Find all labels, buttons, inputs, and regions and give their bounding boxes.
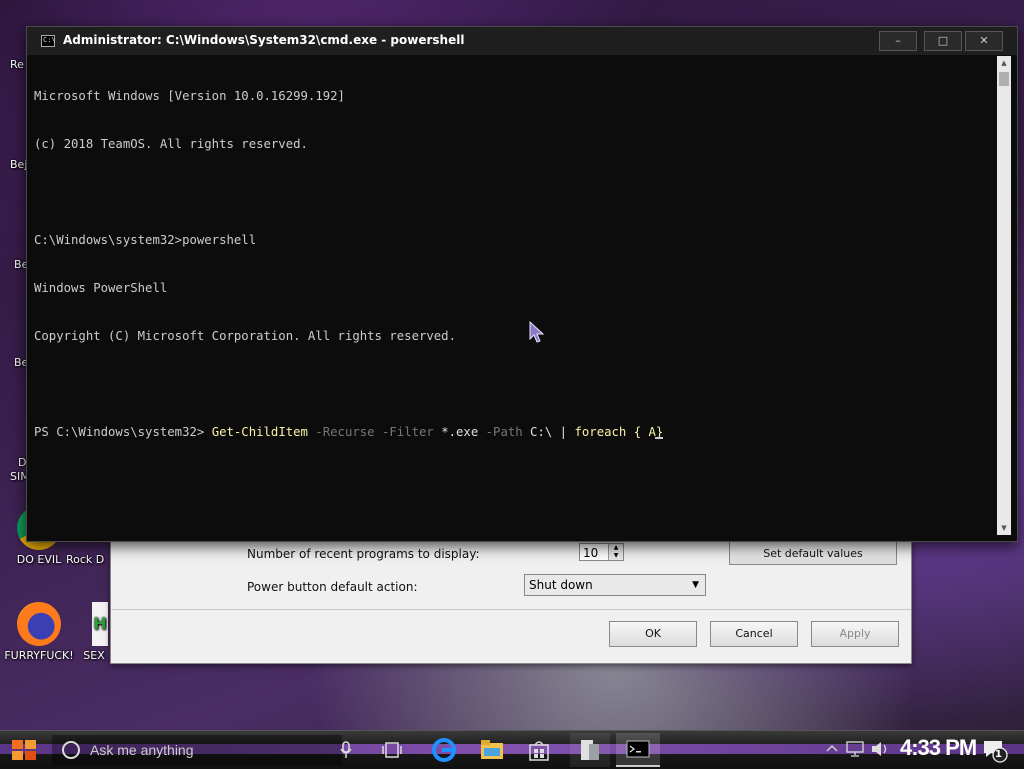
cancel-button[interactable]: Cancel bbox=[710, 621, 798, 647]
scroll-up-icon[interactable]: ▲ bbox=[997, 56, 1011, 70]
recent-programs-value: 10 bbox=[583, 546, 599, 560]
chevron-down-icon: ▼ bbox=[692, 580, 699, 590]
scroll-down-icon[interactable]: ▼ bbox=[997, 521, 1011, 535]
taskbar-clock[interactable]: 4:33 PM bbox=[900, 735, 977, 761]
console-line: Microsoft Windows [Version 10.0.16299.19… bbox=[34, 89, 345, 103]
close-button[interactable]: ✕ bbox=[965, 31, 1003, 51]
notification-count-badge: 1 bbox=[995, 749, 1002, 760]
task-view-icon[interactable] bbox=[382, 741, 402, 759]
console-line: (c) 2018 TeamOS. All rights reserved. bbox=[34, 137, 308, 151]
cmd-window: C:\ Administrator: C:\Windows\System32\c… bbox=[26, 26, 1018, 542]
console-line: C:\Windows\system32>powershell bbox=[34, 233, 257, 247]
parameter-token: -Recurse bbox=[307, 425, 375, 439]
parameter-token: -Path bbox=[478, 425, 523, 439]
microphone-icon[interactable] bbox=[340, 741, 352, 759]
desktop-icon-sex[interactable]: H SEX bbox=[74, 602, 114, 662]
document-icon: H bbox=[92, 602, 108, 646]
power-button-select[interactable]: Shut down ▼ bbox=[524, 574, 706, 596]
cmdlet-token: Get-ChildItem bbox=[211, 425, 308, 439]
scrollbar-thumb[interactable] bbox=[999, 72, 1009, 86]
vertical-scrollbar[interactable]: ▲ ▼ bbox=[997, 56, 1011, 535]
mouse-pointer-icon bbox=[529, 321, 545, 343]
cortana-icon bbox=[62, 741, 80, 759]
set-default-values-button[interactable]: Set default values bbox=[729, 541, 897, 565]
taskbar-cmd-app[interactable] bbox=[616, 733, 660, 767]
taskbar: Ask me anything 4:33 PM 1 bbox=[0, 730, 1024, 769]
edge-browser-icon[interactable] bbox=[432, 738, 456, 762]
console-line: Copyright (C) Microsoft Corporation. All… bbox=[34, 329, 456, 343]
start-button-icon[interactable] bbox=[10, 737, 38, 763]
desktop-icon-furryfuck[interactable]: FURRYFUCK! bbox=[4, 602, 74, 662]
cortana-search-box[interactable]: Ask me anything bbox=[52, 735, 342, 765]
cmd-app-icon[interactable]: C:\ bbox=[41, 35, 56, 47]
show-hidden-icons-icon[interactable] bbox=[826, 743, 838, 753]
keyword-token: foreach bbox=[574, 425, 627, 439]
value-token: *.exe bbox=[433, 425, 479, 439]
console-line: Windows PowerShell bbox=[34, 281, 168, 295]
firefox-icon bbox=[17, 602, 61, 646]
dialog-divider bbox=[111, 609, 911, 610]
store-icon[interactable] bbox=[528, 738, 550, 762]
recent-programs-label: Number of recent programs to display: bbox=[247, 547, 480, 561]
power-button-label: Power button default action: bbox=[247, 580, 418, 594]
ps-prompt: PS C:\Windows\system32> bbox=[34, 425, 212, 439]
window-titlebar[interactable]: C:\ Administrator: C:\Windows\System32\c… bbox=[27, 27, 1017, 55]
text-cursor bbox=[655, 437, 664, 439]
console-output[interactable]: Microsoft Windows [Version 10.0.16299.19… bbox=[34, 56, 995, 537]
file-explorer-icon[interactable] bbox=[480, 739, 504, 761]
console-prompt-line[interactable]: PS C:\Windows\system32> Get-ChildItem -R… bbox=[34, 424, 995, 440]
desktop-icon-label: FURRYFUCK! bbox=[4, 649, 74, 662]
minimize-button[interactable]: – bbox=[879, 31, 917, 51]
network-icon[interactable] bbox=[846, 741, 864, 757]
recent-programs-spinner[interactable]: 10 ▲ ▼ bbox=[579, 543, 624, 561]
search-placeholder: Ask me anything bbox=[90, 742, 194, 758]
parameter-token: -Filter bbox=[374, 425, 434, 439]
desktop-icon-label: DO EVIL bbox=[16, 553, 62, 566]
taskbar-start-menu-properties-dialog: Number of recent programs to display: 10… bbox=[110, 540, 912, 664]
ok-button[interactable]: OK bbox=[609, 621, 697, 647]
maximize-button[interactable]: □ bbox=[924, 31, 962, 51]
desktop-icon-label: Rock D bbox=[66, 553, 105, 566]
desktop-side-label-1: Re bbox=[10, 58, 24, 71]
taskbar-document-app[interactable] bbox=[570, 733, 610, 767]
window-title: Administrator: C:\Windows\System32\cmd.e… bbox=[63, 33, 465, 47]
document-icon bbox=[581, 740, 599, 760]
apply-button[interactable]: Apply bbox=[811, 621, 899, 647]
volume-icon[interactable] bbox=[870, 740, 890, 758]
value-token: C:\ | bbox=[522, 425, 575, 439]
spinner-arrows-icon[interactable]: ▲ ▼ bbox=[608, 544, 623, 560]
terminal-icon bbox=[626, 740, 650, 758]
desktop-side-label-2: Bej bbox=[10, 158, 28, 171]
power-button-value: Shut down bbox=[529, 578, 593, 592]
desktop-icon-label: SEX bbox=[83, 649, 105, 662]
